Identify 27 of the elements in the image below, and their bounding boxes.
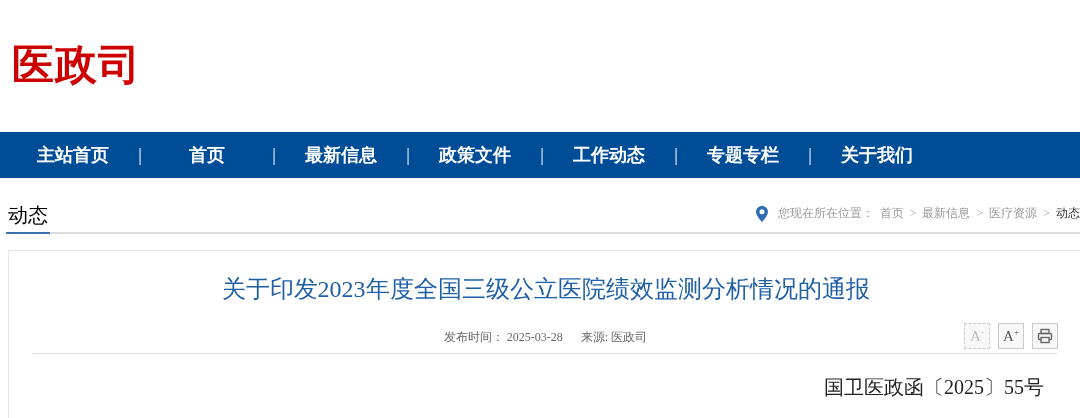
site-logo: 医政司	[12, 39, 141, 91]
breadcrumb-label: 您现在所在位置：	[777, 205, 874, 222]
article-title: 关于印发2023年度全国三级公立医院绩效监测分析情况的通报	[220, 275, 871, 304]
increase-font-button[interactable]: A$^{+}$	[998, 323, 1024, 349]
nav-separator: |	[807, 144, 813, 166]
breadcrumb-current: 动态	[1056, 205, 1080, 222]
article-meta: 来源: 医政司	[580, 328, 648, 346]
nav-link[interactable]: 政策文件	[420, 143, 530, 167]
nav-separator: |	[271, 144, 277, 166]
breadcrumb-separator: >	[909, 206, 917, 221]
print-button[interactable]	[1032, 323, 1058, 349]
nav-link[interactable]: 关于我们	[822, 143, 932, 167]
nav-separator: |	[137, 144, 143, 166]
section-title: 动态	[6, 202, 50, 234]
nav-link[interactable]: 首页	[152, 143, 262, 167]
nav-separator: |	[673, 144, 679, 166]
nav-separator: |	[539, 144, 545, 166]
article-meta: 发布时间： 2025-03-28	[443, 328, 563, 346]
nav-link[interactable]: 主站首页	[18, 143, 128, 167]
breadcrumb-separator: >	[1043, 206, 1050, 221]
nav-separator: |	[405, 144, 411, 166]
nav-link[interactable]: 最新信息	[286, 143, 396, 167]
nav-link[interactable]: 工作动态	[554, 143, 664, 167]
location-pin-icon	[755, 205, 768, 222]
breadcrumb-separator: >	[976, 206, 984, 221]
nav-link[interactable]: 专题专栏	[688, 143, 798, 167]
document-number: 国卫医政函〔2025〕55号	[823, 375, 1045, 400]
